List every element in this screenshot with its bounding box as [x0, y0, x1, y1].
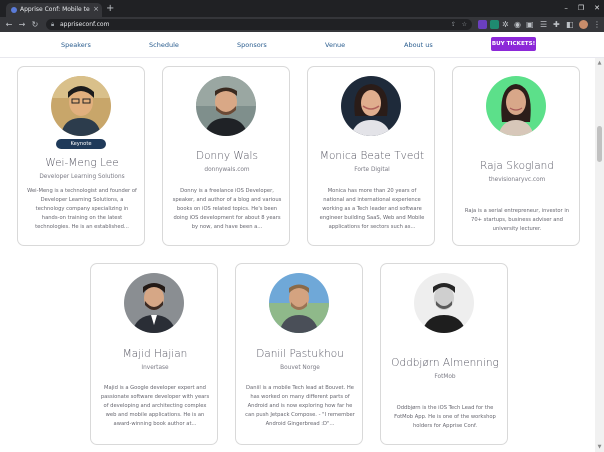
address-bar[interactable]: 🔒︎ appriseconf.com ⇪ ☆ — [46, 19, 472, 30]
speaker-card[interactable]: Daniil Pastukhou Bouvet Norge Daniil is … — [235, 263, 363, 445]
keynote-badge: Keynote — [56, 139, 106, 149]
speaker-name[interactable]: Oddbjørn Almenning — [383, 356, 507, 370]
minimize-button[interactable]: – — [564, 3, 568, 13]
speaker-company: donnywals.com — [204, 167, 250, 173]
speaker-photo — [341, 76, 401, 136]
speaker-name[interactable]: Wei-Meng Lee — [20, 156, 144, 170]
puzzle-icon[interactable]: ✚ — [553, 19, 560, 30]
page-scrollbar[interactable]: ▲ ▼ — [595, 58, 604, 452]
close-window-button[interactable]: ✕ — [594, 3, 600, 13]
speaker-photo — [124, 273, 184, 333]
extension-icon[interactable] — [478, 20, 487, 29]
new-tab-button[interactable]: + — [106, 3, 116, 15]
nav-link-schedule[interactable]: Schedule — [149, 40, 179, 50]
speaker-name[interactable]: Raja Skogland — [455, 159, 579, 173]
speaker-name[interactable]: Daniil Pastukhou — [238, 347, 362, 361]
browser-toolbar: ← → ↻ 🔒︎ appriseconf.com ⇪ ☆ ✲ ◉ ▣ ☰ ✚ ◧… — [0, 17, 604, 32]
side-panel-icon[interactable]: ◧ — [566, 19, 574, 30]
speaker-bio: Monica has more than 20 years of nationa… — [319, 188, 425, 230]
speaker-photo — [51, 76, 111, 136]
speaker-company: Forte Digital — [354, 167, 390, 173]
speaker-photo — [196, 76, 256, 136]
nav-link-sponsors[interactable]: Sponsors — [237, 40, 267, 50]
speaker-company: FotMob — [434, 374, 456, 380]
window-controls: – ❐ ✕ — [564, 3, 600, 13]
speaker-bio: Majid is a Google developer expert and p… — [100, 385, 210, 427]
speaker-company: Bouvet Norge — [280, 365, 320, 371]
speaker-card[interactable]: Raja Skogland thevisionaryvc.com Raja is… — [452, 66, 580, 246]
site-favicon-icon — [11, 7, 17, 13]
speaker-card[interactable]: Monica Beate Tvedt Forte Digital Monica … — [307, 66, 435, 246]
browser-tab-strip: Apprise Conf: Mobile tech conf... × + – … — [0, 0, 604, 17]
back-arrow-icon[interactable]: ← — [4, 19, 14, 30]
speaker-card[interactable]: Majid Hajian Invertase Majid is a Google… — [90, 263, 218, 445]
speaker-card[interactable]: Donny Wals donnywals.com Donny is a free… — [162, 66, 290, 246]
speaker-bio: Wei-Meng is a technologist and founder o… — [27, 188, 137, 230]
extension-icon[interactable]: ◉ — [514, 19, 521, 30]
tab-close-icon[interactable]: × — [93, 4, 99, 14]
maximize-button[interactable]: ❐ — [578, 3, 584, 13]
speaker-card[interactable]: Oddbjørn Almenning FotMob Oddbjørn is th… — [380, 263, 508, 445]
speaker-company: thevisionaryvc.com — [488, 177, 546, 183]
extension-icon[interactable]: ✲ — [502, 19, 509, 30]
extension-icon[interactable]: ▣ — [526, 19, 534, 30]
scrollbar-thumb[interactable] — [597, 126, 602, 162]
site-navigation: Speakers Schedule Sponsors Venue About u… — [0, 32, 604, 58]
share-icon[interactable]: ⇪ — [451, 20, 456, 29]
tab-title: Apprise Conf: Mobile tech conf... — [20, 6, 90, 13]
forward-arrow-icon[interactable]: → — [17, 19, 27, 30]
extension-icon[interactable] — [490, 20, 499, 29]
speaker-company: Developer Learning Solutions — [39, 174, 125, 180]
reading-list-icon[interactable]: ☰ — [540, 19, 547, 30]
browser-tab[interactable]: Apprise Conf: Mobile tech conf... × — [6, 3, 102, 17]
url-text[interactable]: appriseconf.com — [60, 20, 109, 29]
speaker-card[interactable]: Keynote Wei-Meng Lee Developer Learning … — [17, 66, 145, 246]
scroll-up-arrow-icon[interactable]: ▲ — [595, 59, 604, 67]
kebab-menu-icon[interactable]: ⋮ — [593, 19, 601, 30]
nav-link-speakers[interactable]: Speakers — [61, 40, 91, 50]
nav-link-about-us[interactable]: About us — [404, 40, 433, 50]
speaker-photo — [486, 76, 546, 136]
reload-icon[interactable]: ↻ — [30, 19, 40, 30]
scroll-down-arrow-icon[interactable]: ▼ — [595, 443, 604, 451]
speaker-photo — [414, 273, 474, 333]
speaker-photo — [269, 273, 329, 333]
speaker-bio: Oddbjørn is the iOS Tech Lead for the Fo… — [394, 405, 496, 429]
speaker-name[interactable]: Majid Hajian — [93, 347, 217, 361]
lock-icon[interactable]: 🔒︎ — [51, 20, 54, 29]
speaker-name[interactable]: Donny Wals — [165, 149, 289, 163]
speaker-bio: Donny is a freelance iOS Developer, spea… — [172, 188, 282, 230]
profile-avatar[interactable] — [579, 20, 588, 29]
speaker-bio: Raja is a serial entrepreneur, investor … — [464, 208, 570, 232]
speaker-bio: Daniil is a mobile Tech lead at Bouvet. … — [245, 385, 355, 427]
speaker-company: Invertase — [141, 365, 169, 371]
star-icon[interactable]: ☆ — [462, 20, 467, 29]
buy-tickets-button[interactable]: BUY TICKETS! — [491, 37, 536, 51]
nav-link-venue[interactable]: Venue — [325, 40, 345, 50]
speaker-name[interactable]: Monica Beate Tvedt — [310, 149, 434, 163]
